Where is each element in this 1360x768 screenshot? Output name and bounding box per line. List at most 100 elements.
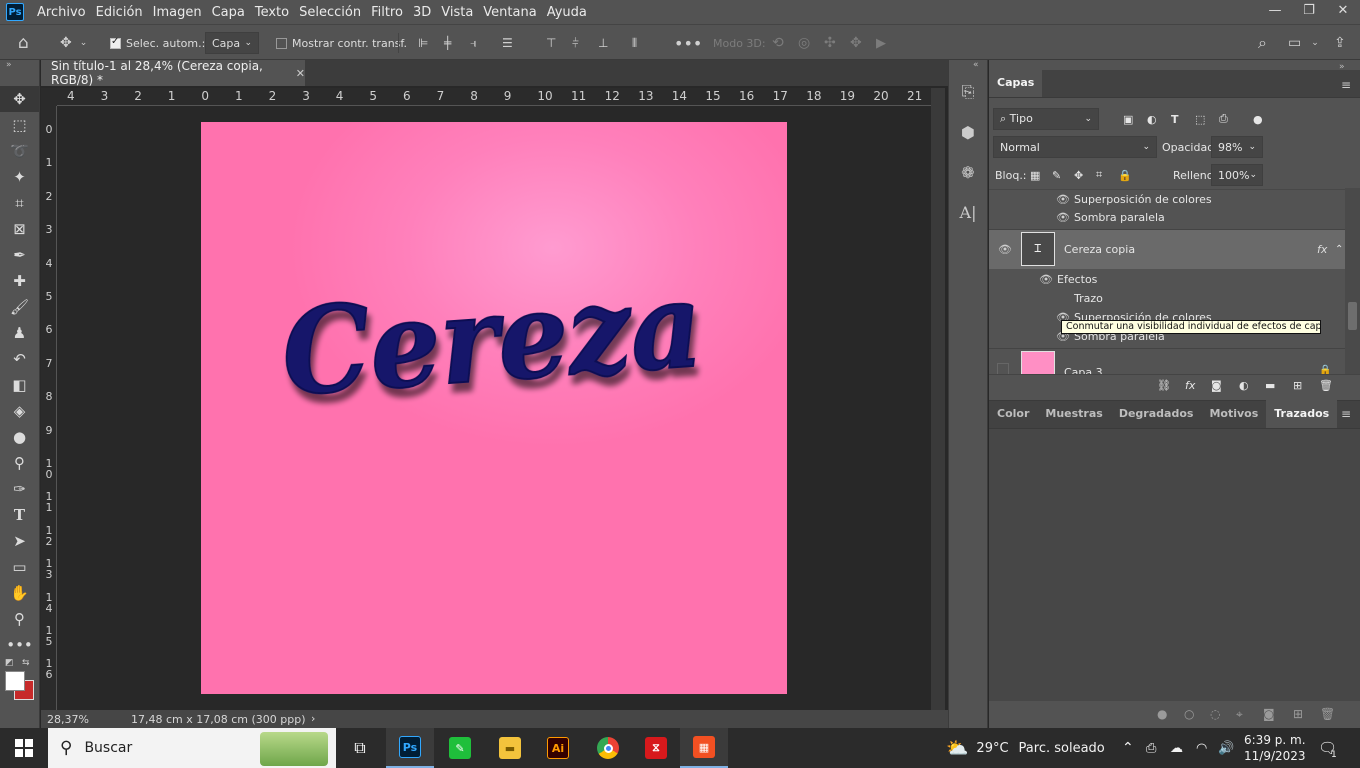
- close-icon[interactable]: ✕: [1326, 0, 1360, 24]
- foreground-color-swatch[interactable]: [5, 671, 25, 691]
- color-wheel-panel-icon[interactable]: ❁: [949, 152, 987, 192]
- frame-tool-icon[interactable]: ⊠: [0, 216, 39, 242]
- delete-path-icon[interactable]: 🗑: [1320, 707, 1335, 721]
- default-colors-icon[interactable]: ◩: [5, 658, 14, 668]
- history-panel-icon[interactable]: ⎘: [949, 72, 987, 112]
- search-icon[interactable]: ⌕: [1258, 25, 1267, 61]
- eye-icon[interactable]: 👁: [1056, 193, 1070, 206]
- eye-icon[interactable]: 👁: [1039, 273, 1053, 286]
- panel-menu-icon[interactable]: ≡: [1341, 407, 1351, 421]
- collapse-dock-icon[interactable]: «: [949, 60, 987, 72]
- panel-menu-icon[interactable]: ≡: [1341, 78, 1351, 92]
- tab-muestras[interactable]: Muestras: [1037, 400, 1110, 428]
- show-transform-checkbox[interactable]: Mostrar contr. transf.: [276, 25, 407, 61]
- lasso-tool-icon[interactable]: ➰: [0, 138, 39, 164]
- eraser-tool-icon[interactable]: ◧: [0, 372, 39, 398]
- filter-pixel-icon[interactable]: ▣: [1123, 113, 1133, 126]
- add-mask-icon[interactable]: ◙: [1211, 379, 1222, 392]
- opacity-input[interactable]: 98% ⌄: [1211, 136, 1263, 158]
- taskbar-chrome[interactable]: [584, 728, 632, 768]
- new-layer-icon[interactable]: ⊞: [1293, 379, 1302, 392]
- new-adjustment-icon[interactable]: ◐: [1239, 379, 1249, 392]
- make-work-path-icon[interactable]: ⌖: [1236, 707, 1243, 722]
- align-top-icon[interactable]: ⊤: [546, 25, 556, 61]
- effect-row[interactable]: 👁 Sombra paralela: [989, 208, 1345, 227]
- new-group-icon[interactable]: ▬: [1265, 379, 1275, 392]
- hidden-eye-box[interactable]: [997, 362, 1009, 374]
- effects-group-row[interactable]: 👁 Efectos: [989, 270, 1345, 289]
- menu-ventana[interactable]: Ventana: [478, 5, 541, 20]
- lock-all-icon[interactable]: 🔒: [1118, 169, 1132, 182]
- menu-filtro[interactable]: Filtro: [366, 5, 408, 20]
- character-panel-icon[interactable]: A|: [949, 192, 987, 232]
- menu-archivo[interactable]: Archivo: [32, 5, 91, 20]
- clock[interactable]: 6:39 p. m. 11/9/2023: [1244, 728, 1306, 768]
- menu-vista[interactable]: Vista: [436, 5, 478, 20]
- layer-name[interactable]: Cereza copia: [1064, 243, 1135, 256]
- chevron-up-icon[interactable]: ⌃: [1122, 728, 1134, 768]
- lock-transparent-icon[interactable]: ▦: [1030, 169, 1040, 182]
- delete-layer-icon[interactable]: 🗑: [1319, 379, 1333, 392]
- menu-texto[interactable]: Texto: [250, 5, 294, 20]
- effect-row[interactable]: Trazo: [989, 289, 1345, 308]
- scrollbar-thumb[interactable]: [1348, 302, 1357, 330]
- align-bottom-icon[interactable]: ⊥: [598, 25, 608, 61]
- filter-type-icon[interactable]: T: [1171, 113, 1179, 126]
- volume-icon[interactable]: 🔊: [1218, 728, 1234, 768]
- layer-filter-dropdown[interactable]: ⌕ Tipo ⌄: [993, 108, 1099, 130]
- restore-icon[interactable]: ❐: [1292, 0, 1326, 24]
- home-icon[interactable]: ⌂: [18, 25, 29, 61]
- move-tool-preset-icon[interactable]: ✥ ⌄: [60, 25, 87, 61]
- blur-tool-icon[interactable]: ●: [0, 424, 39, 450]
- add-mask-icon[interactable]: ◙: [1263, 707, 1275, 721]
- marquee-tool-icon[interactable]: ⬚: [0, 112, 39, 138]
- effect-row[interactable]: 👁 Superposición de colores: [989, 189, 1345, 208]
- align-hcenter-icon[interactable]: ╪: [444, 25, 451, 61]
- zoom-tool-icon[interactable]: ⚲: [0, 606, 39, 632]
- taskbar-green-app[interactable]: ✎: [436, 728, 484, 768]
- taskbar-photoshop[interactable]: Ps: [386, 728, 434, 768]
- layer-row-capa-3[interactable]: Capa 3 🔒: [989, 348, 1345, 374]
- wifi-icon[interactable]: ◠: [1196, 728, 1207, 768]
- distribute-vertical-icon[interactable]: ⫴: [632, 25, 637, 61]
- menu-edicion[interactable]: Edición: [91, 5, 148, 20]
- menu-ayuda[interactable]: Ayuda: [542, 5, 592, 20]
- tab-degradados[interactable]: Degradados: [1111, 400, 1202, 428]
- stroke-path-icon[interactable]: ○: [1184, 707, 1194, 721]
- workspace-switcher-icon[interactable]: ▭ ⌄: [1288, 25, 1319, 61]
- history-brush-tool-icon[interactable]: ↶: [0, 346, 39, 372]
- windows-start-icon[interactable]: [0, 728, 48, 768]
- fx-icon[interactable]: fx: [1317, 243, 1327, 256]
- blend-mode-dropdown[interactable]: Normal ⌄: [993, 136, 1157, 158]
- taskbar-illustrator[interactable]: Ai: [534, 728, 582, 768]
- pen-tool-icon[interactable]: ✑: [0, 476, 39, 502]
- align-left-icon[interactable]: ⊫: [418, 25, 428, 61]
- tab-color[interactable]: Color: [989, 400, 1037, 428]
- meet-now-icon[interactable]: ⎙: [1146, 728, 1156, 768]
- layer-name[interactable]: Capa 3: [1064, 366, 1103, 374]
- new-path-icon[interactable]: ⊞: [1293, 707, 1303, 721]
- filter-adjustment-icon[interactable]: ◐: [1147, 113, 1157, 126]
- filter-shape-icon[interactable]: ⬚: [1195, 113, 1205, 126]
- swap-colors-icon[interactable]: ⇆: [22, 658, 30, 668]
- 3d-panel-icon[interactable]: ⬢: [949, 112, 987, 152]
- paint-bucket-tool-icon[interactable]: ◈: [0, 398, 39, 424]
- lock-image-icon[interactable]: ✎: [1052, 169, 1061, 182]
- fill-path-icon[interactable]: ●: [1157, 707, 1167, 721]
- tab-motivos[interactable]: Motivos: [1201, 400, 1266, 428]
- taskbar-search[interactable]: ⚲ Buscar: [48, 728, 336, 768]
- taskbar-acrobat[interactable]: ⧖: [632, 728, 680, 768]
- more-options-icon[interactable]: •••: [674, 25, 702, 61]
- brush-tool-icon[interactable]: 🖌: [0, 294, 39, 320]
- cloud-off-icon[interactable]: ☁: [1170, 728, 1183, 768]
- rectangle-tool-icon[interactable]: ▭: [0, 554, 39, 580]
- eye-icon[interactable]: 👁: [1056, 211, 1070, 224]
- distribute-icon[interactable]: ☰: [502, 25, 513, 61]
- notifications-icon[interactable]: 🗨 1: [1318, 728, 1343, 768]
- auto-select-dropdown[interactable]: Capa ⌄: [205, 25, 259, 61]
- weather-widget[interactable]: ⛅ 29°C Parc. soleado: [946, 728, 1105, 768]
- minimize-icon[interactable]: —: [1258, 0, 1292, 24]
- layer-row-cereza-copia[interactable]: 👁 Ꮖ Cereza copia fx ⌃: [989, 229, 1345, 269]
- eye-icon[interactable]: 👁: [998, 243, 1012, 256]
- link-layers-icon[interactable]: ⛓: [1157, 379, 1171, 392]
